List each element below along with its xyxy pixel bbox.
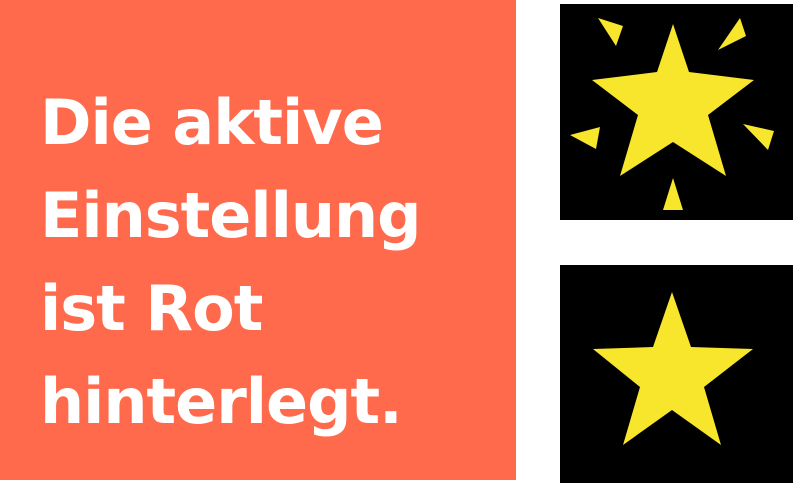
sparkling-star-icon bbox=[570, 18, 774, 210]
info-panel: Die aktive Einstellung ist Rot hinterleg… bbox=[0, 0, 516, 480]
sparkling-star-tile[interactable] bbox=[560, 4, 793, 220]
info-text-line-4: hinterlegt. bbox=[40, 365, 403, 438]
info-text-line-2: Einstellung bbox=[40, 179, 422, 252]
info-text-line-3: ist Rot bbox=[40, 272, 263, 345]
star-icon bbox=[593, 292, 753, 445]
info-text-line-1: Die aktive bbox=[40, 86, 384, 159]
star-tile[interactable] bbox=[560, 265, 793, 483]
